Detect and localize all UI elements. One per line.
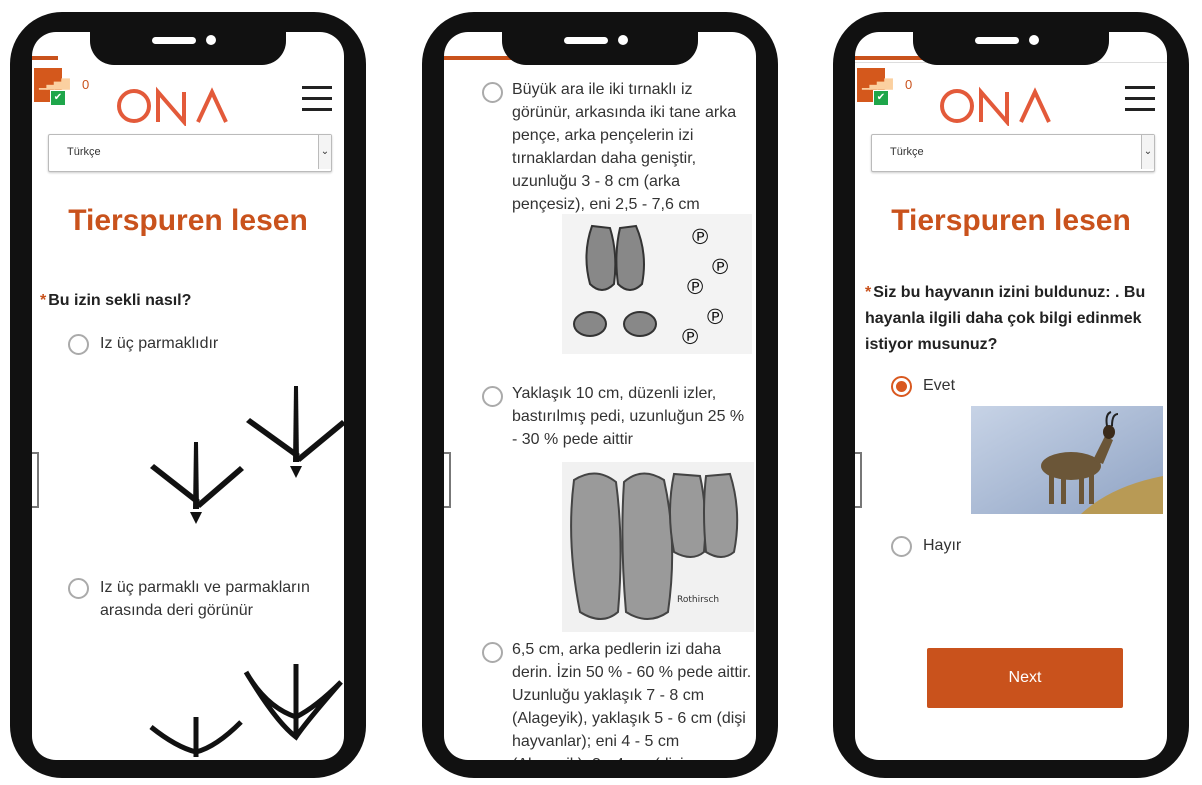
webbed-track-image xyxy=(149,664,343,757)
phone-left: ▁▃▅▇ ✔ 0 Türkçe ⌄ Tierspuren lesen * Bu i… xyxy=(10,12,366,778)
radio-option-1[interactable] xyxy=(482,82,503,103)
cloven-track-image: ℗ ℗ ℗ ℗ ℗ xyxy=(562,214,752,354)
next-button[interactable]: Next xyxy=(927,648,1123,708)
signal-icon: ▁▃▅▇ xyxy=(862,78,893,90)
radio-option-3[interactable] xyxy=(482,642,503,663)
chamois-image xyxy=(971,406,1163,514)
option-no-label: Hayır xyxy=(923,537,962,554)
radio-option-1[interactable] xyxy=(68,334,89,355)
radio-option-2[interactable] xyxy=(68,578,89,599)
score-count: 0 xyxy=(905,77,913,92)
question-text: * Siz bu hayvanın izini buldunuz: . Bu ha… xyxy=(865,284,1146,353)
deer-track-image: Rothirsch xyxy=(562,462,754,632)
language-select[interactable]: Türkçe ⌄ xyxy=(871,134,1155,172)
phone-notch xyxy=(913,25,1109,65)
phone-right: ▁▃▅▇ ✔ 0 Türkçe ⌄ Tierspuren lesen * Siz … xyxy=(833,12,1189,778)
option-2-label: Yaklaşık 10 cm, düzenli izler, bastırılm… xyxy=(512,385,745,448)
option-1-label: Iz üç parmaklıdır xyxy=(100,335,219,352)
side-tab[interactable] xyxy=(32,452,39,508)
option-yes-label: Evet xyxy=(923,377,956,394)
screen-middle: Büyük ara ile iki tırnaklı iz görünür, a… xyxy=(444,32,756,760)
phone-notch xyxy=(502,25,698,65)
option-3-label: 6,5 cm, arka pedlerin izi daha derin. İz… xyxy=(512,641,752,760)
radio-option-no[interactable] xyxy=(891,536,912,557)
svg-text:℗: ℗ xyxy=(712,254,728,279)
language-value: Türkçe xyxy=(890,146,924,158)
menu-icon[interactable] xyxy=(302,86,332,112)
check-icon: ✔ xyxy=(873,90,889,106)
score-badge[interactable]: ▁▃▅▇ ✔ xyxy=(34,68,70,106)
chevron-down-icon: ⌄ xyxy=(318,135,331,169)
screen-left: ▁▃▅▇ ✔ 0 Türkçe ⌄ Tierspuren lesen * Bu i… xyxy=(32,32,344,760)
page-title: Tierspuren lesen xyxy=(68,204,308,237)
three-toe-track-image xyxy=(150,386,344,524)
svg-text:℗: ℗ xyxy=(687,274,703,299)
score-count: 0 xyxy=(82,77,90,92)
score-badge[interactable]: ▁▃▅▇ ✔ xyxy=(857,68,893,106)
menu-icon[interactable] xyxy=(1125,86,1155,112)
language-value: Türkçe xyxy=(67,146,101,158)
side-tab[interactable] xyxy=(855,452,862,508)
svg-text:℗: ℗ xyxy=(707,304,723,329)
language-select[interactable]: Türkçe ⌄ xyxy=(48,134,332,172)
screen-right: ▁▃▅▇ ✔ 0 Türkçe ⌄ Tierspuren lesen * Siz … xyxy=(855,32,1167,760)
option-1-label: Büyük ara ile iki tırnaklı iz görünür, a… xyxy=(512,81,737,213)
logo xyxy=(940,86,1051,126)
svg-text:℗: ℗ xyxy=(692,224,708,249)
radio-option-2[interactable] xyxy=(482,386,503,407)
phone-middle: Büyük ara ile iki tırnaklı iz görünür, a… xyxy=(422,12,778,778)
required-marker: * xyxy=(40,292,47,309)
chevron-down-icon: ⌄ xyxy=(1141,135,1154,169)
progress-bar xyxy=(32,56,58,60)
option-2-label: Iz üç parmaklı ve parmakların arasında d… xyxy=(100,579,310,619)
image-caption: Rothirsch xyxy=(677,595,719,605)
phone-notch xyxy=(90,25,286,65)
signal-icon: ▁▃▅▇ xyxy=(39,78,70,90)
question-text: * Bu izin sekli nasıl? xyxy=(40,292,192,309)
check-icon: ✔ xyxy=(50,90,66,106)
radio-option-yes[interactable] xyxy=(891,376,912,397)
logo xyxy=(117,86,228,126)
side-tab[interactable] xyxy=(444,452,451,508)
page-title: Tierspuren lesen xyxy=(891,204,1131,237)
svg-text:℗: ℗ xyxy=(682,324,698,349)
required-marker: * xyxy=(865,284,872,301)
